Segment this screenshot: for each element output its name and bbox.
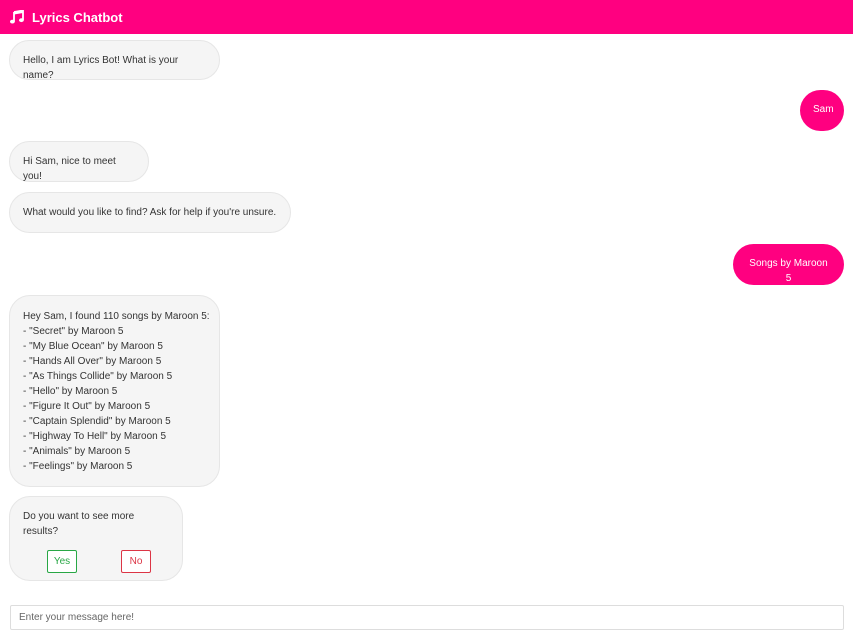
message-text: Hello, I am Lyrics Bot! What is your nam… xyxy=(23,55,179,81)
user-message-name: Sam xyxy=(800,90,844,131)
music-note-icon xyxy=(10,9,26,25)
list-item: - "Hands All Over" by Maroon 5 xyxy=(23,356,162,367)
no-button[interactable]: No xyxy=(121,550,151,573)
yes-button[interactable]: Yes xyxy=(47,550,77,573)
bot-message-results: Hey Sam, I found 110 songs by Maroon 5: … xyxy=(9,295,220,487)
chat-area[interactable]: Hello, I am Lyrics Bot! What is your nam… xyxy=(0,34,853,594)
list-item: - "Secret" by Maroon 5 xyxy=(23,326,124,337)
message-text: Hi Sam, nice to meet you! xyxy=(23,156,116,182)
list-item: - "Feelings" by Maroon 5 xyxy=(23,461,133,472)
list-item: - "Hello" by Maroon 5 xyxy=(23,386,118,397)
answer-buttons: Yes No xyxy=(23,550,169,573)
bot-message-greeting: Hello, I am Lyrics Bot! What is your nam… xyxy=(9,40,220,81)
user-message-query: Songs by Maroon 5 xyxy=(733,244,844,285)
list-item: - "Figure It Out" by Maroon 5 xyxy=(23,401,151,412)
bot-message-welcome: Hi Sam, nice to meet you! xyxy=(9,141,149,182)
list-item: - "My Blue Ocean" by Maroon 5 xyxy=(23,341,163,352)
question-text: Do you want to see more results? xyxy=(23,511,135,537)
app-title: Lyrics Chatbot xyxy=(32,9,123,25)
app-header: Lyrics Chatbot xyxy=(0,0,853,34)
message-input[interactable] xyxy=(10,605,844,630)
message-text: Songs by Maroon 5 xyxy=(749,258,828,284)
list-item: - "As Things Collide" by Maroon 5 xyxy=(23,371,173,382)
bot-message-prompt: What would you like to find? Ask for hel… xyxy=(9,192,291,233)
message-text: What would you like to find? Ask for hel… xyxy=(23,207,277,218)
list-item: - "Captain Splendid" by Maroon 5 xyxy=(23,416,171,427)
bot-message-more-results: Do you want to see more results? Yes No xyxy=(9,496,183,581)
message-input-container xyxy=(10,605,844,630)
message-text: Sam xyxy=(813,104,834,115)
results-intro: Hey Sam, I found 110 songs by Maroon 5: xyxy=(23,311,210,322)
list-item: - "Animals" by Maroon 5 xyxy=(23,446,131,457)
list-item: - "Highway To Hell" by Maroon 5 xyxy=(23,431,167,442)
